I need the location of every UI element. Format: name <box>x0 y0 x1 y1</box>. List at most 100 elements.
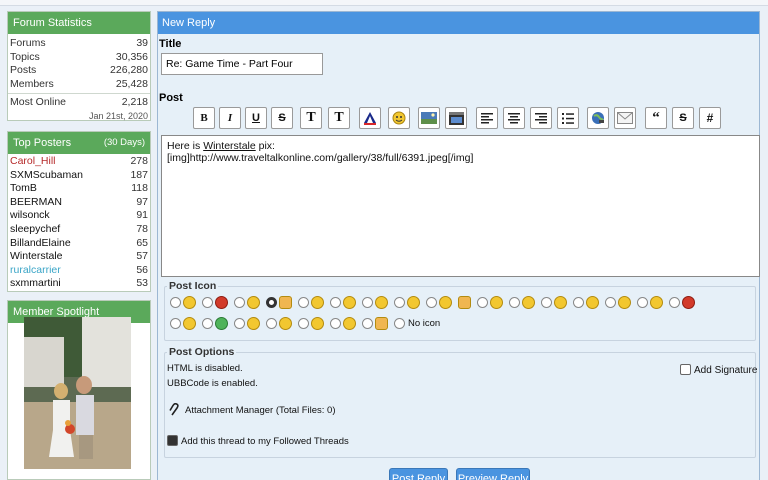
list-item[interactable]: Carol_Hill 278 <box>8 155 150 169</box>
post-icon-row-2: No icon <box>170 317 440 330</box>
icon-radio[interactable] <box>394 297 405 308</box>
add-signature-checkbox[interactable] <box>680 364 691 375</box>
follow-thread-checkbox[interactable] <box>167 435 178 446</box>
icon-radio[interactable] <box>298 297 309 308</box>
icon-radio[interactable] <box>426 297 437 308</box>
icon-radio[interactable] <box>362 318 373 329</box>
font-color-button[interactable] <box>359 107 381 129</box>
icon-radio[interactable] <box>669 297 680 308</box>
list-item[interactable]: SXMScubaman 187 <box>8 169 150 183</box>
post-icon-group: Post Icon <box>164 280 756 341</box>
list-item[interactable]: BEERMAN 97 <box>8 196 150 210</box>
smiley-icon <box>392 111 406 125</box>
post-reply-button[interactable]: Post Reply <box>389 468 448 480</box>
italic-button[interactable]: I <box>219 107 241 129</box>
member-spotlight-box: Member Spotlight <box>7 300 151 480</box>
list-item[interactable]: wilsonck 91 <box>8 209 150 223</box>
link-button[interactable] <box>587 107 609 129</box>
icon-radio[interactable] <box>266 318 277 329</box>
roll-eyes-icon <box>183 317 196 330</box>
spoiler-button[interactable]: S <box>672 107 694 129</box>
preview-reply-button[interactable]: Preview Reply <box>456 468 530 480</box>
lightbulb-icon <box>311 296 324 309</box>
tongue-icon <box>650 296 663 309</box>
html-status: HTML is disabled. <box>167 363 243 374</box>
list-item[interactable]: TomB 118 <box>8 182 150 196</box>
post-label: Post <box>159 92 183 104</box>
align-center-icon <box>508 112 520 123</box>
align-left-icon <box>481 112 493 123</box>
align-left-button[interactable] <box>476 107 498 129</box>
quote-button[interactable]: “ <box>645 107 667 129</box>
list-item[interactable]: Winterstale 57 <box>8 250 150 264</box>
icon-radio[interactable] <box>298 318 309 329</box>
icon-radio[interactable] <box>234 318 245 329</box>
post-options-legend: Post Options <box>169 346 235 358</box>
icon-radio[interactable] <box>170 297 181 308</box>
neutral-icon <box>586 296 599 309</box>
post-icon-row-1 <box>170 296 701 309</box>
no-icon-label: No icon <box>408 318 441 329</box>
list-item[interactable]: ruralcarrier 56 <box>8 264 150 278</box>
mad-icon <box>682 296 695 309</box>
insert-image-button[interactable] <box>418 107 440 129</box>
hash-icon: # <box>706 111 714 125</box>
stat-row-topics: Topics 30,356 <box>10 50 148 63</box>
icon-radio[interactable] <box>509 297 520 308</box>
align-center-button[interactable] <box>503 107 525 129</box>
bold-button[interactable]: B <box>193 107 215 129</box>
icon-radio[interactable] <box>234 297 245 308</box>
grumpy-icon <box>279 317 292 330</box>
icon-radio[interactable] <box>202 297 213 308</box>
align-right-button[interactable] <box>530 107 552 129</box>
top-posters-box: Top Posters (30 Days) Carol_Hill 278 SXMSc… <box>7 131 151 292</box>
post-icon-legend: Post Icon <box>169 280 217 292</box>
thumbs-icon <box>375 317 388 330</box>
video-icon <box>448 111 464 125</box>
list-item[interactable]: sxmmartini 53 <box>8 277 150 291</box>
quote-icon: “ <box>652 109 660 126</box>
clipboard-icon <box>279 296 292 309</box>
icon-radio[interactable] <box>605 297 616 308</box>
list-button[interactable] <box>557 107 579 129</box>
email-icon <box>617 112 633 124</box>
angry-icon <box>215 296 228 309</box>
list-item[interactable]: sleepychef 78 <box>8 223 150 237</box>
title-input[interactable] <box>161 53 323 75</box>
stat-row-forums: Forums 39 <box>10 37 148 49</box>
email-button[interactable] <box>614 107 636 129</box>
insert-video-button[interactable] <box>445 107 467 129</box>
smile-icon <box>375 296 388 309</box>
username-link[interactable]: Winterstale <box>203 140 256 152</box>
icon-radio[interactable] <box>541 297 552 308</box>
smiley-button[interactable] <box>388 107 410 129</box>
icon-radio[interactable] <box>362 297 373 308</box>
follow-thread-label: Add this thread to my Followed Threads <box>181 436 349 447</box>
member-photo[interactable] <box>24 317 131 469</box>
grin-icon <box>183 296 196 309</box>
no-icon-radio[interactable] <box>394 318 405 329</box>
blush-icon <box>490 296 503 309</box>
link-icon <box>592 112 604 124</box>
strikethrough-button[interactable]: S <box>271 107 293 129</box>
confused-icon <box>439 296 452 309</box>
icon-radio[interactable] <box>330 318 341 329</box>
post-body-editor[interactable]: Here is Winterstale pix: [img]http://www… <box>161 135 760 277</box>
list-item[interactable]: BillandElaine 65 <box>8 237 150 251</box>
crazy-icon <box>343 317 356 330</box>
surprised-icon <box>311 317 324 330</box>
attachment-manager-link[interactable]: Attachment Manager (Total Files: 0) <box>185 405 335 416</box>
most-online-date: Jan 21st, 2020 <box>88 110 148 121</box>
icon-radio[interactable] <box>170 318 181 329</box>
icon-radio-selected[interactable] <box>266 297 277 308</box>
underline-button[interactable]: U <box>245 107 267 129</box>
stat-row-posts: Posts 226,280 <box>10 64 148 76</box>
icon-radio[interactable] <box>637 297 648 308</box>
icon-radio[interactable] <box>330 297 341 308</box>
icon-radio[interactable] <box>202 318 213 329</box>
icon-radio[interactable] <box>477 297 488 308</box>
font-size-button[interactable]: T <box>300 107 322 129</box>
code-button[interactable]: # <box>699 107 721 129</box>
icon-radio[interactable] <box>573 297 584 308</box>
font-face-button[interactable]: T <box>328 107 350 129</box>
